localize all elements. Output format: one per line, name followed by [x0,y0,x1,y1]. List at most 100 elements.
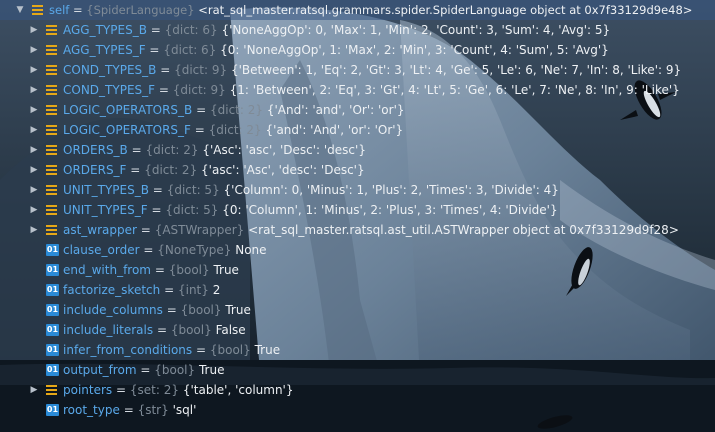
variable-row-logic-operators-f[interactable]: ▶ LOGIC_OPERATORS_F = {dict: 2} {'and': '… [0,120,715,140]
variable-text: COND_TYPES_B = {dict: 9} {'Between': 1, … [63,60,681,80]
var-icon [46,24,57,35]
variable-name: UNIT_TYPES_F [63,203,148,217]
variable-type: {bool} [154,363,196,377]
equals-sign: = [140,223,151,237]
variable-text: infer_from_conditions = {bool} True [63,340,280,360]
var-icon [46,104,57,115]
variable-row-root-type[interactable]: 01 root_type = {str} 'sql' [0,400,715,420]
expand-arrow-right-icon[interactable]: ▶ [28,120,40,140]
variable-name: pointers [63,383,113,397]
primitive-01-icon: 01 [46,284,59,296]
variable-type: {set: 2} [129,383,179,397]
variable-row-agg-types-f[interactable]: ▶ AGG_TYPES_F = {dict: 6} {0: 'NoneAggOp'… [0,40,715,60]
variable-name: factorize_sketch [63,283,161,297]
variable-row-unit-types-f[interactable]: ▶ UNIT_TYPES_F = {dict: 5} {0: 'Column', … [0,200,715,220]
variable-row-ast-wrapper[interactable]: ▶ ast_wrapper = {ASTWrapper} <rat_sql_mas… [0,220,715,240]
variable-row-clause-order[interactable]: 01 clause_order = {NoneType} None [0,240,715,260]
variable-name: LOGIC_OPERATORS_B [63,103,193,117]
var-icon [46,204,57,215]
variable-text: end_with_from = {bool} True [63,260,239,280]
variable-text: UNIT_TYPES_F = {dict: 5} {0: 'Column', 1… [63,200,558,220]
variable-type: {dict: 9} [174,63,228,77]
expand-arrow-right-icon[interactable]: ▶ [28,60,40,80]
variable-type: {dict: 5} [166,183,220,197]
variable-type: {dict: 2} [208,123,262,137]
variable-name: COND_TYPES_B [63,63,157,77]
variable-value: 'sql' [172,403,197,417]
variable-type: {dict: 5} [165,203,219,217]
equals-sign: = [154,263,165,277]
variable-row-agg-types-b[interactable]: ▶ AGG_TYPES_B = {dict: 6} {'NoneAggOp': 0… [0,20,715,40]
variable-value: {'NoneAggOp': 0, 'Max': 1, 'Min': 2, 'Co… [221,23,611,37]
var-icon [46,184,57,195]
equals-sign: = [164,283,175,297]
variable-name: UNIT_TYPES_B [63,183,149,197]
variable-text: self = {SpiderLanguage} <rat_sql_master.… [49,0,692,20]
variable-row-output-from[interactable]: 01 output_from = {bool} True [0,360,715,380]
var-icon [46,64,57,75]
variable-row-include-literals[interactable]: 01 include_literals = {bool} False [0,320,715,340]
equals-sign: = [196,103,207,117]
variable-value: {0: 'Column', 1: 'Minus', 2: 'Plus', 3: … [222,203,558,217]
variable-text: factorize_sketch = {int} 2 [63,280,220,300]
var-icon [46,84,57,95]
equals-sign: = [160,63,171,77]
expand-arrow-right-icon[interactable]: ▶ [28,380,40,400]
variable-text: AGG_TYPES_B = {dict: 6} {'NoneAggOp': 0,… [63,20,610,40]
var-icon [46,144,57,155]
variable-row-orders-f[interactable]: ▶ ORDERS_F = {dict: 2} {'asc': 'Asc', 'de… [0,160,715,180]
expand-arrow-right-icon[interactable]: ▶ [28,200,40,220]
variable-type: {dict: 6} [164,23,218,37]
variable-row-self[interactable]: ▼ self = {SpiderLanguage} <rat_sql_master… [0,0,715,20]
variable-name: AGG_TYPES_B [63,23,147,37]
variable-value: {'Column': 0, 'Minus': 1, 'Plus': 2, 'Ti… [223,183,559,197]
expand-arrow-right-icon[interactable]: ▶ [28,140,40,160]
var-icon [32,4,43,15]
variable-row-include-columns[interactable]: 01 include_columns = {bool} True [0,300,715,320]
expand-arrow-right-icon[interactable]: ▶ [28,20,40,40]
variable-row-orders-b[interactable]: ▶ ORDERS_B = {dict: 2} {'Asc': 'asc', 'De… [0,140,715,160]
primitive-01-icon: 01 [46,364,59,376]
variable-type: {dict: 6} [163,43,217,57]
variable-text: root_type = {str} 'sql' [63,400,196,420]
variable-row-end-with-from[interactable]: 01 end_with_from = {bool} True [0,260,715,280]
expand-arrow-right-icon[interactable]: ▶ [28,40,40,60]
expand-arrow-right-icon[interactable]: ▶ [28,180,40,200]
primitive-01-icon: 01 [46,324,59,336]
variable-name: include_columns [63,303,163,317]
variable-row-factorize-sketch[interactable]: 01 factorize_sketch = {int} 2 [0,280,715,300]
variable-text: AGG_TYPES_F = {dict: 6} {0: 'NoneAggOp',… [63,40,609,60]
variable-type: {dict: 9} [172,83,226,97]
expand-arrow-right-icon[interactable]: ▶ [28,160,40,180]
expand-arrow-right-icon[interactable]: ▶ [28,80,40,100]
equals-sign: = [140,363,151,377]
variable-name: infer_from_conditions [63,343,193,357]
variable-type: {bool} [209,343,251,357]
variable-row-pointers[interactable]: ▶ pointers = {set: 2} {'table', 'column'} [0,380,715,400]
variable-type: {bool} [170,323,212,337]
primitive-01-icon: 01 [46,244,59,256]
variable-value: True [213,263,239,277]
variable-value: True [225,303,251,317]
variable-text: ORDERS_B = {dict: 2} {'Asc': 'asc', 'Des… [63,140,366,160]
expand-arrow-right-icon[interactable]: ▶ [28,220,40,240]
variable-row-logic-operators-b[interactable]: ▶ LOGIC_OPERATORS_B = {dict: 2} {'And': '… [0,100,715,120]
expand-arrow-right-icon[interactable]: ▶ [28,100,40,120]
variable-value: <rat_sql_master.ratsql.ast_util.ASTWrapp… [248,223,679,237]
variable-row-cond-types-b[interactable]: ▶ COND_TYPES_B = {dict: 9} {'Between': 1,… [0,60,715,80]
equals-sign: = [156,323,167,337]
variable-name: ORDERS_F [63,163,127,177]
variable-row-cond-types-f[interactable]: ▶ COND_TYPES_F = {dict: 9} {1: 'Between',… [0,80,715,100]
primitive-01-icon: 01 [46,404,59,416]
variable-row-infer-from-conditions[interactable]: 01 infer_from_conditions = {bool} True [0,340,715,360]
variable-row-unit-types-b[interactable]: ▶ UNIT_TYPES_B = {dict: 5} {'Column': 0, … [0,180,715,200]
variable-name: COND_TYPES_F [63,83,156,97]
expand-arrow-down-icon[interactable]: ▼ [14,0,26,20]
equals-sign: = [195,343,207,357]
equals-sign: = [143,243,154,257]
variable-type: {NoneType} [157,243,232,257]
equals-sign: = [158,83,169,97]
variable-name: root_type [63,403,120,417]
equals-sign: = [150,23,161,37]
equals-sign: = [149,43,160,57]
